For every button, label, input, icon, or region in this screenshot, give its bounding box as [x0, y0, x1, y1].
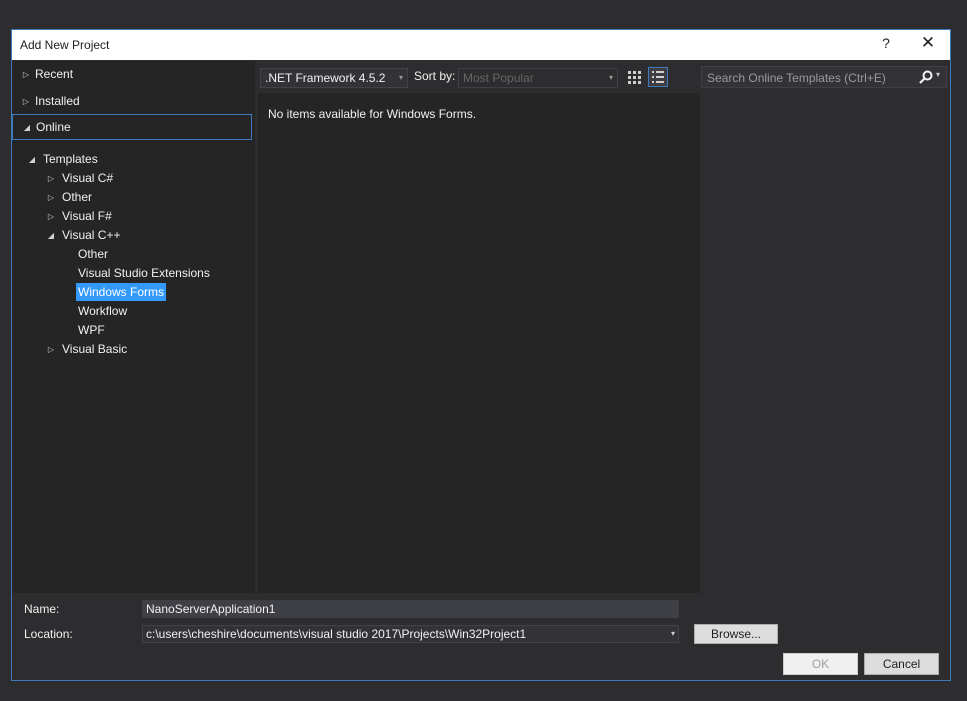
tree-item-label: Templates [43, 152, 98, 166]
name-field[interactable]: NanoServerApplication1 [142, 600, 679, 618]
name-label: Name: [24, 602, 60, 616]
location-value: c:\users\cheshire\documents\visual studi… [146, 627, 527, 641]
dialog-titlebar: Add New Project ? ✕ [12, 30, 950, 60]
tree-item-label: Workflow [78, 304, 128, 318]
nav-section-online[interactable]: ◢ Online [12, 114, 252, 140]
tree-item-label: Visual Basic [62, 342, 128, 356]
chevron-down-icon[interactable]: ▾ [671, 626, 675, 642]
tree-item-label: Visual C# [62, 171, 114, 185]
tree-item-label: Windows Forms [76, 283, 167, 301]
framework-dropdown[interactable]: .NET Framework 4.5.2 ▾ [260, 68, 408, 88]
list-view-button[interactable] [648, 67, 668, 87]
tree-item-label: WPF [78, 323, 105, 337]
collapse-arrow-icon: ◢ [23, 122, 31, 132]
tree-item-label: Visual Studio Extensions [78, 266, 210, 280]
sort-by-label: Sort by: [414, 69, 456, 83]
nav-section-label: Recent [35, 67, 74, 81]
add-new-project-dialog: Add New Project ? ✕ ▷ Recent ▷ Installed… [11, 29, 951, 681]
tree-item-label: Visual F# [62, 209, 112, 223]
dialog-title: Add New Project [20, 38, 110, 52]
template-list: No items available for Windows Forms. [258, 93, 700, 593]
tree-item-windows-forms[interactable]: Windows Forms [76, 283, 167, 301]
expand-arrow-icon: ▷ [22, 69, 30, 79]
tree-item-other[interactable]: ▷ Other [45, 188, 94, 206]
search-icon[interactable] [918, 69, 934, 85]
tree-item-templates[interactable]: ◢ Templates [26, 150, 100, 168]
chevron-down-icon[interactable]: ▾ [936, 70, 940, 79]
tree-item-visual-cpp[interactable]: ◢ Visual C++ [45, 226, 122, 244]
template-details-pane [701, 93, 947, 593]
nav-section-label: Online [36, 120, 71, 134]
location-field[interactable]: c:\users\cheshire\documents\visual studi… [142, 625, 679, 643]
cancel-button[interactable]: Cancel [864, 653, 939, 675]
search-input[interactable] [702, 67, 919, 89]
left-nav-panel: ▷ Recent ▷ Installed ◢ Online ◢ Template… [12, 61, 255, 593]
help-button[interactable]: ? [878, 35, 894, 51]
location-label: Location: [24, 627, 73, 641]
tree-item-label: Other [62, 190, 93, 204]
grid-view-button[interactable] [624, 67, 644, 87]
close-button[interactable]: ✕ [918, 33, 938, 53]
online-template-search: ▾ [701, 66, 947, 89]
nav-section-label: Installed [35, 94, 80, 108]
tree-item-label: Visual C++ [62, 228, 121, 242]
collapse-arrow-icon: ◢ [47, 230, 55, 240]
tree-item-wpf[interactable]: WPF [76, 321, 107, 339]
framework-value: .NET Framework 4.5.2 [265, 71, 386, 85]
empty-list-message: No items available for Windows Forms. [268, 107, 477, 121]
nav-section-installed[interactable]: ▷ Installed [12, 88, 252, 114]
expand-arrow-icon: ▷ [47, 173, 55, 183]
tree-item-vs-extensions[interactable]: Visual Studio Extensions [76, 264, 212, 282]
tree-item-visual-fsharp[interactable]: ▷ Visual F# [45, 207, 114, 225]
name-value: NanoServerApplication1 [146, 602, 276, 616]
grid-view-icon [628, 71, 641, 84]
expand-arrow-icon: ▷ [47, 211, 55, 221]
expand-arrow-icon: ▷ [47, 344, 55, 354]
tree-item-visual-csharp[interactable]: ▷ Visual C# [45, 169, 115, 187]
nav-section-recent[interactable]: ▷ Recent [12, 61, 252, 87]
browse-button[interactable]: Browse... [694, 624, 778, 644]
tree-item-label: Other [78, 247, 109, 261]
tree-item-cpp-other[interactable]: Other [76, 245, 110, 263]
chevron-down-icon: ▾ [608, 73, 613, 82]
collapse-arrow-icon: ◢ [28, 154, 36, 164]
tree-item-visual-basic[interactable]: ▷ Visual Basic [45, 340, 129, 358]
list-view-icon [652, 71, 664, 83]
chevron-down-icon: ▾ [398, 73, 403, 82]
sort-by-value: Most Popular [463, 71, 534, 85]
sort-by-dropdown[interactable]: Most Popular ▾ [458, 68, 618, 88]
expand-arrow-icon: ▷ [22, 96, 30, 106]
tree-item-workflow[interactable]: Workflow [76, 302, 129, 320]
expand-arrow-icon: ▷ [47, 192, 55, 202]
ok-button[interactable]: OK [783, 653, 858, 675]
